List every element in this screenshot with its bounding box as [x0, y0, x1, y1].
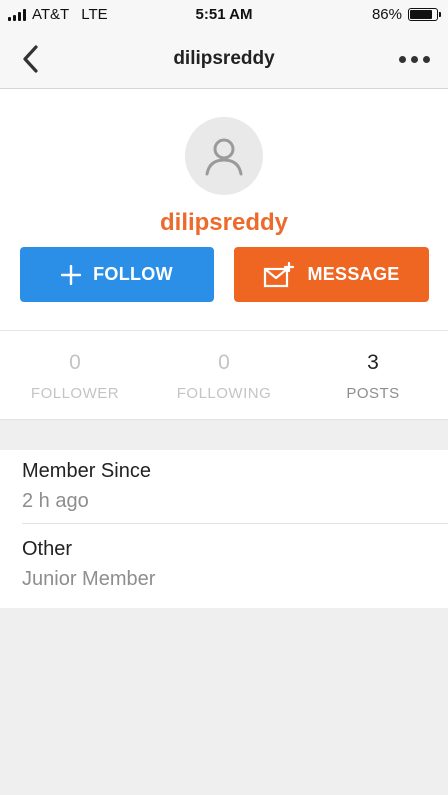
- details-list: Member Since 2 h ago Other Junior Member: [0, 450, 448, 608]
- profile-username: dilipsreddy: [159, 209, 289, 236]
- posts-label: POSTS: [346, 385, 400, 402]
- followers-label: FOLLOWER: [30, 385, 120, 402]
- other-value: Junior Member: [22, 568, 156, 590]
- posts-count: 3: [367, 351, 379, 374]
- more-horizontal-icon: [398, 55, 406, 63]
- detail-row-other: Other Junior Member: [22, 538, 448, 591]
- following-count: 0: [218, 351, 230, 374]
- message-compose-icon: [264, 261, 295, 287]
- stat-following[interactable]: 0 FOLLOWING: [149, 331, 299, 402]
- user-icon: [205, 138, 243, 176]
- plus-icon: [61, 264, 82, 285]
- follow-button[interactable]: FOLLOW: [20, 247, 214, 302]
- message-button[interactable]: MESSAGE: [234, 247, 429, 302]
- profile-card: dilipsreddy FOLLOW MESSAGE: [0, 89, 448, 331]
- page-title: dilipsreddy: [173, 48, 275, 69]
- stat-posts[interactable]: 3 POSTS: [298, 331, 448, 402]
- divider: [22, 523, 448, 524]
- detail-row-member-since: Member Since 2 h ago: [22, 460, 448, 513]
- member-since-title: Member Since: [22, 460, 151, 482]
- nav-bar: dilipsreddy: [0, 30, 448, 89]
- avatar[interactable]: [185, 117, 263, 195]
- other-title: Other: [22, 538, 73, 560]
- more-options-button[interactable]: [394, 46, 434, 72]
- status-bar: AT&T LTE 5:51 AM 86%: [0, 0, 448, 30]
- follow-button-label: FOLLOW: [93, 264, 173, 284]
- stat-followers[interactable]: 0 FOLLOWER: [0, 331, 150, 402]
- battery-percent: 86%: [371, 6, 402, 23]
- battery-fill: [410, 10, 433, 19]
- stats-bar: 0 FOLLOWER 0 FOLLOWING 3 POSTS: [0, 331, 448, 420]
- battery-icon: [408, 8, 441, 21]
- status-right: 86%: [371, 6, 441, 23]
- followers-count: 0: [69, 351, 81, 374]
- message-button-label: MESSAGE: [307, 264, 400, 284]
- following-label: FOLLOWING: [176, 385, 272, 402]
- member-since-value: 2 h ago: [22, 490, 89, 512]
